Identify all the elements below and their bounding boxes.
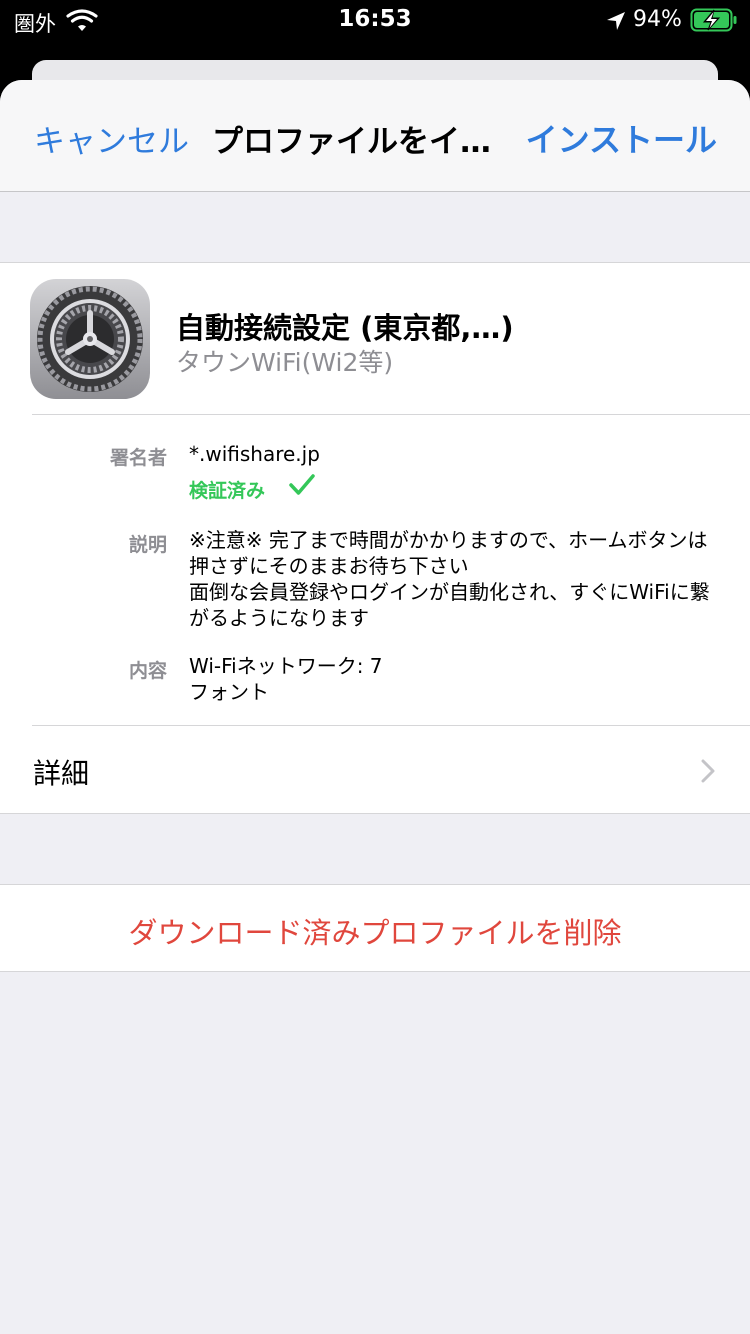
divider: [32, 414, 750, 415]
cancel-button[interactable]: キャンセル: [34, 116, 189, 161]
contents-line: Wi-Fiネットワーク: 7: [189, 654, 383, 678]
description-line: 面倒な会員登録やログインが自動化され、すぐにWiFiに繋: [189, 580, 710, 604]
contents-label: 内容: [128, 660, 167, 682]
status-bar: 圏外 16:53 94%: [0, 0, 750, 40]
delete-profile-button[interactable]: ダウンロード済みプロファイルを削除: [0, 910, 750, 952]
install-button[interactable]: インストール: [526, 115, 717, 161]
profile-organization: タウンWiFi(Wi2等): [176, 348, 394, 377]
profile-name: 自動接続設定 (東京都,…): [176, 311, 514, 345]
settings-gear-icon: [30, 279, 150, 399]
profile-card: 自動接続設定 (東京都,…) タウンWiFi(Wi2等) 署名者 *.wifis…: [0, 262, 750, 814]
page-title: プロファイルをイ…: [212, 124, 491, 160]
verified-label: 検証済み: [189, 480, 266, 502]
signer-label: 署名者: [109, 447, 167, 469]
more-details-row[interactable]: 詳細: [0, 726, 750, 814]
contents-line: フォント: [189, 680, 269, 704]
delete-profile-row: ダウンロード済みプロファイルを削除: [0, 884, 750, 972]
signer-value: *.wifishare.jp: [189, 442, 320, 466]
description-line: がるようになります: [189, 606, 369, 630]
description-line: 押さずにそのままお待ち下さい: [189, 554, 469, 578]
description-value: ※注意※ 完了まで時間がかかりますので、ホームボタンは 押さずにそのままお待ち下…: [189, 527, 734, 631]
chevron-right-icon: [701, 759, 715, 783]
profile-install-sheet: キャンセル プロファイルをイ… インストール 自動接続設定 (東京都,…) タウ…: [0, 80, 750, 1334]
checkmark-icon: [289, 474, 315, 495]
location-arrow-icon: [607, 12, 625, 30]
description-label: 説明: [128, 534, 167, 556]
more-details-label: 詳細: [33, 757, 90, 790]
contents-value: Wi-Fiネットワーク: 7 フォント: [189, 653, 383, 705]
battery-charging-icon: [690, 8, 737, 32]
description-line: ※注意※ 完了まで時間がかかりますので、ホームボタンは: [189, 528, 708, 552]
battery-percent: 94%: [633, 7, 682, 32]
navigation-bar: キャンセル プロファイルをイ… インストール: [0, 80, 750, 192]
